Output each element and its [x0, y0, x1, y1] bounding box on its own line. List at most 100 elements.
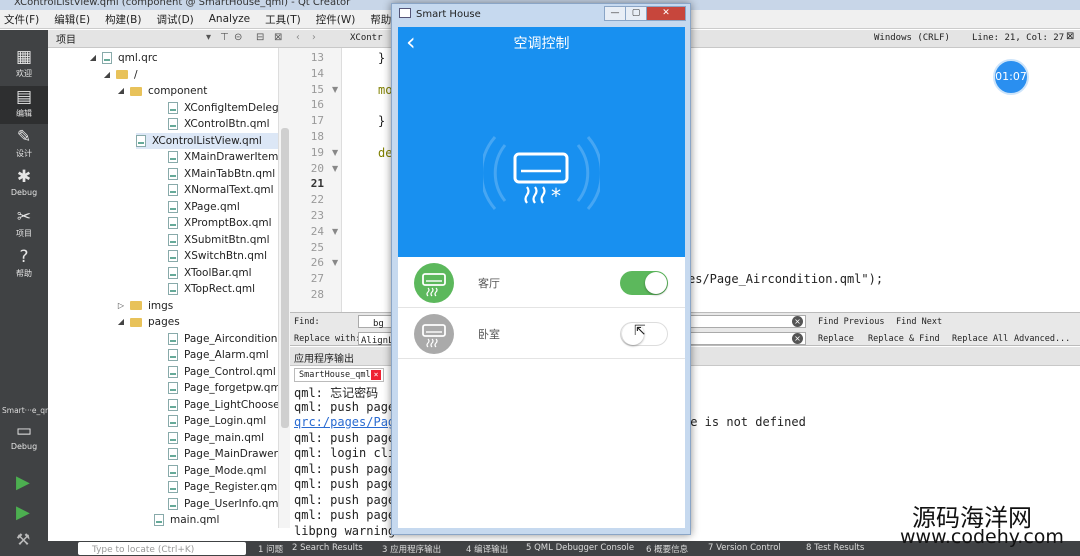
tree-file-item[interactable]: Page_forgetpw.qml: [168, 380, 278, 396]
expand-arrow-icon[interactable]: ◢: [88, 50, 98, 66]
tree-folder-item[interactable]: ▷ imgs: [116, 298, 173, 314]
mode-debug[interactable]: ✱ Debug: [0, 166, 48, 204]
close-icon[interactable]: ⊠: [1066, 31, 1074, 42]
output-tab[interactable]: SmartHouse_qml ×: [294, 368, 384, 382]
forward-arrow-icon[interactable]: ›: [312, 32, 316, 43]
expand-arrow-icon[interactable]: ◢: [116, 83, 126, 99]
menu-build[interactable]: 构建(B): [105, 12, 141, 27]
expand-arrow-icon[interactable]: ◢: [102, 67, 112, 83]
monitor-icon: ▭: [15, 421, 33, 441]
mode-welcome[interactable]: ▦ 欢迎: [0, 46, 48, 84]
find-next-button[interactable]: Find Next: [896, 317, 942, 327]
tree-file-item[interactable]: main.qml: [154, 512, 219, 528]
tree-file-item[interactable]: XControlListView.qml: [136, 132, 278, 149]
tree-file-item[interactable]: Page_Mode.qml: [168, 463, 266, 479]
tree-scrollbar[interactable]: [278, 48, 290, 528]
kit-selector[interactable]: ▭ Debug: [0, 420, 48, 458]
fold-marker-icon[interactable]: ▼: [332, 148, 338, 157]
mode-projects[interactable]: ✂ 项目: [0, 206, 48, 244]
replace-find-button[interactable]: Replace & Find: [868, 334, 940, 344]
close-tab-icon[interactable]: ×: [371, 370, 381, 380]
room-row-living[interactable]: 客厅: [398, 258, 685, 308]
clear-replace-icon[interactable]: ×: [792, 333, 803, 344]
pane-qml-debugger[interactable]: 5 QML Debugger Console: [526, 543, 634, 553]
replace-all-button[interactable]: Replace All: [952, 334, 1008, 344]
encoding-selector[interactable]: Windows (CRLF): [874, 33, 950, 43]
output-link[interactable]: qrc:/pages/Pag: [294, 415, 395, 429]
pane-summary[interactable]: 6 概要信息: [646, 543, 688, 555]
pane-version-control[interactable]: 7 Version Control: [708, 543, 781, 553]
tree-file-item[interactable]: Page_MainDrawer.qml: [168, 446, 278, 462]
tree-file-item[interactable]: XTopRect.qml: [168, 281, 255, 297]
menu-edit[interactable]: 编辑(E): [54, 12, 90, 27]
filter-icon[interactable]: ⊤: [220, 32, 229, 43]
replace-label: Replace with:: [294, 334, 361, 344]
pane-test-results[interactable]: 8 Test Results: [806, 543, 864, 553]
tree-file-item[interactable]: Page_UserInfo.qml: [168, 496, 278, 512]
tree-file-item[interactable]: Page_main.qml: [168, 430, 264, 446]
mode-design[interactable]: ✎ 设计: [0, 126, 48, 164]
line-number: 23: [310, 209, 324, 222]
pane-search-results[interactable]: 2 Search Results: [292, 543, 363, 553]
pane-issues[interactable]: 1 问题: [258, 543, 283, 555]
tree-file-item[interactable]: Page_Register.qml: [168, 479, 278, 495]
dropdown-arrow-icon[interactable]: ▾: [206, 32, 211, 43]
mode-help[interactable]: ? 帮助: [0, 246, 48, 284]
link-icon[interactable]: ⊝: [234, 32, 242, 43]
debug-run-icon[interactable]: ▶: [16, 502, 30, 523]
room-row-bedroom[interactable]: 卧室 ⇱: [398, 309, 685, 359]
close-icon[interactable]: ⊠: [274, 32, 282, 43]
menu-analyze[interactable]: Analyze: [209, 13, 250, 25]
tree-folder-item[interactable]: ◢ pages: [116, 314, 180, 330]
qml-file-icon: [168, 332, 178, 345]
tree-file-item[interactable]: XControlBtn.qml: [168, 116, 270, 132]
menu-widgets[interactable]: 控件(W): [316, 12, 356, 27]
tree-file-item[interactable]: Page_Control.qml: [168, 364, 276, 380]
menu-debug[interactable]: 调试(D): [156, 12, 193, 27]
replace-button[interactable]: Replace: [818, 334, 854, 344]
tree-file-item[interactable]: XPage.qml: [168, 199, 240, 215]
fold-marker-icon[interactable]: ▼: [332, 258, 338, 267]
tree-file-item[interactable]: XPromptBox.qml: [168, 215, 272, 231]
close-window-button[interactable]: ✕: [646, 6, 686, 21]
back-arrow-icon[interactable]: ‹: [296, 32, 300, 43]
tree-file-item[interactable]: XConfigItemDelegate.qml: [168, 100, 278, 116]
tree-file-item[interactable]: XToolBar.qml: [168, 265, 252, 281]
pane-compile-output[interactable]: 4 编译输出: [466, 543, 508, 555]
expand-arrow-icon[interactable]: ◢: [116, 314, 126, 330]
maximize-button[interactable]: ▢: [625, 6, 647, 21]
clear-find-icon[interactable]: ×: [792, 316, 803, 327]
build-hammer-icon[interactable]: ⚒: [16, 530, 30, 549]
fold-marker-icon[interactable]: ▼: [332, 85, 338, 94]
tree-file-item[interactable]: Page_LightChoose.qml: [168, 397, 278, 413]
tree-folder-item[interactable]: ◢ /: [102, 67, 138, 83]
line-number: 25: [310, 240, 324, 254]
advanced-button[interactable]: Advanced...: [1014, 334, 1070, 344]
tree-file-item[interactable]: Page_AirconditionChoose.qml: [168, 331, 278, 347]
split-icon[interactable]: ⊟: [256, 32, 264, 43]
mode-edit[interactable]: ▤ 编辑: [0, 86, 48, 124]
tree-folder-item[interactable]: ◢ qml.qrc: [88, 50, 158, 66]
tree-file-item[interactable]: Page_Login.qml: [168, 413, 266, 429]
pane-app-output[interactable]: 3 应用程序输出: [382, 543, 441, 555]
toggle-switch-living[interactable]: [620, 271, 668, 295]
document-tab[interactable]: XContr: [350, 33, 383, 43]
tree-file-item[interactable]: XMainTabBtn.qml: [168, 166, 275, 182]
fold-marker-icon[interactable]: ▼: [332, 227, 338, 236]
collapse-arrow-icon[interactable]: ▷: [116, 298, 126, 314]
run-icon[interactable]: ▶: [16, 472, 30, 493]
locator-input[interactable]: Type to locate (Ctrl+K): [78, 542, 246, 555]
fold-marker-icon[interactable]: ▼: [332, 164, 338, 173]
tree-file-item[interactable]: XMainDrawerItem.qml: [168, 149, 278, 165]
tree-item-label: qml.qrc: [118, 52, 158, 64]
find-previous-button[interactable]: Find Previous: [818, 317, 885, 327]
menu-file[interactable]: 文件(F): [4, 12, 39, 27]
tree-file-item[interactable]: Page_Alarm.qml: [168, 347, 269, 363]
menu-tools[interactable]: 工具(T): [265, 12, 301, 27]
tree-folder-item[interactable]: ◢ component: [116, 83, 207, 99]
tree-file-item[interactable]: XSubmitBtn.qml: [168, 232, 270, 248]
tree-file-item[interactable]: XSwitchBtn.qml: [168, 248, 267, 264]
tree-file-item[interactable]: XNormalText.qml: [168, 182, 274, 198]
minimize-button[interactable]: —: [604, 6, 626, 21]
scroll-thumb[interactable]: [281, 128, 289, 428]
